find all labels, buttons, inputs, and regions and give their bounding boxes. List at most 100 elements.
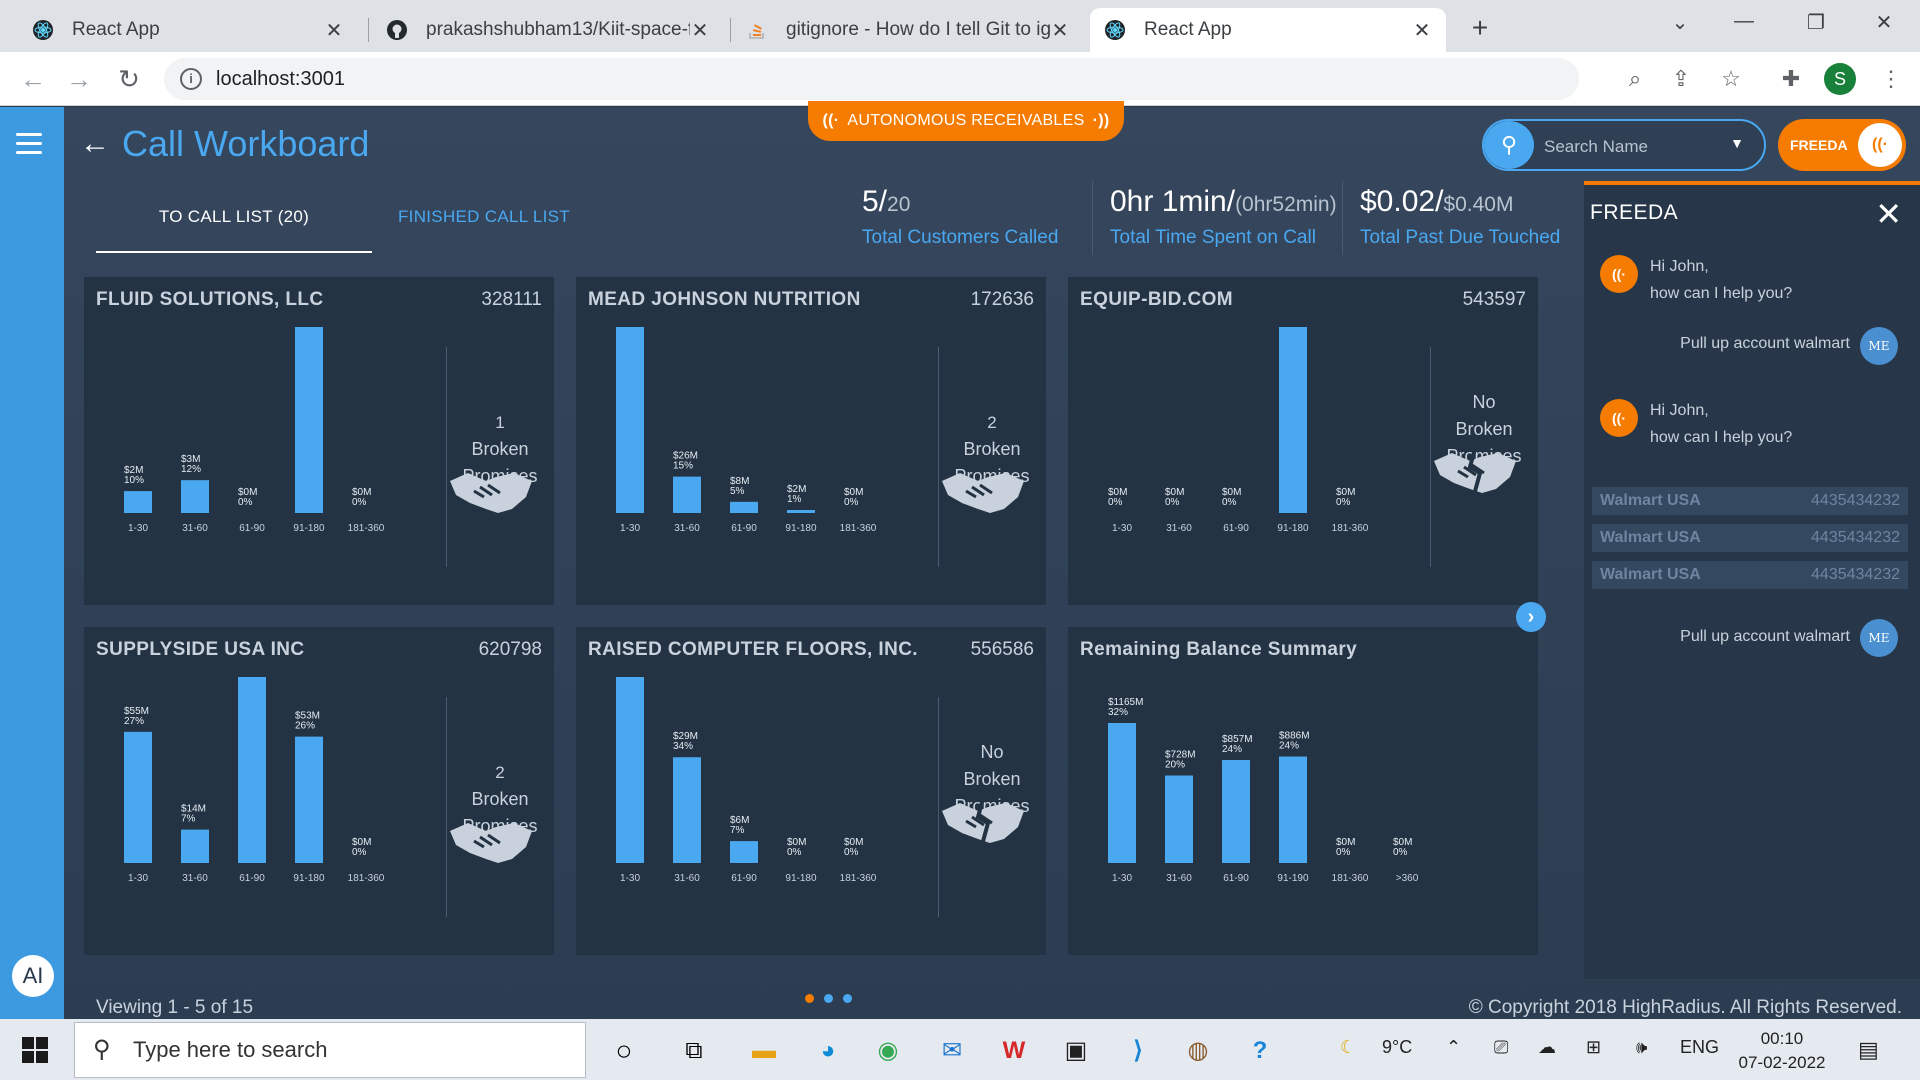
browser-tab-1[interactable]: React App ✕ — [18, 8, 358, 52]
pager-dot[interactable] — [824, 994, 833, 1003]
bar-1-30[interactable] — [124, 491, 152, 513]
terminal-icon[interactable]: ▣ — [1054, 1029, 1098, 1073]
url-omnibox[interactable]: i localhost:3001 — [164, 58, 1579, 100]
vscode-icon[interactable]: ⟩ — [1116, 1029, 1160, 1073]
ai-assistant-badge[interactable]: AI — [12, 955, 54, 997]
weather-moon-icon[interactable]: ☾ — [1340, 1037, 1356, 1058]
windows-start-icon[interactable] — [22, 1037, 48, 1063]
tab-finished-call-list[interactable]: FINISHED CALL LIST — [398, 207, 598, 253]
zoom-icon[interactable]: ⌕ — [1620, 66, 1650, 92]
next-page-chevron-icon[interactable]: › — [1516, 602, 1546, 632]
x-tick-label: 31-60 — [1166, 523, 1192, 534]
mail-icon[interactable]: ✉ — [930, 1029, 974, 1073]
bar-91-180[interactable] — [295, 736, 323, 863]
close-icon[interactable]: ✕ — [1875, 195, 1902, 233]
broken-promises-block[interactable]: 2 Broken Promises — [938, 409, 1046, 513]
notification-icon[interactable]: ▤ — [1858, 1037, 1879, 1063]
close-tab-icon[interactable]: ✕ — [1050, 18, 1070, 43]
bar-91-180[interactable] — [295, 327, 323, 513]
help-icon[interactable]: ? — [1238, 1029, 1282, 1073]
minimize-button[interactable]: — — [1724, 10, 1764, 33]
wps-office-icon[interactable]: W — [992, 1029, 1036, 1073]
bar-61-90[interactable] — [238, 677, 266, 863]
search-name-dropdown[interactable]: ⚲ Search Name ▼ — [1482, 119, 1766, 171]
language-indicator[interactable]: ENG — [1680, 1037, 1719, 1058]
extensions-icon[interactable]: ✚ — [1776, 66, 1806, 92]
bar-31-60[interactable] — [673, 476, 701, 513]
customer-card[interactable]: SUPPLYSIDE USA INC 620798 $55M 27% 1-30 $14M 7… — [84, 627, 554, 955]
close-tab-icon[interactable]: ✕ — [324, 18, 344, 43]
hamburger-menu-icon[interactable] — [16, 133, 42, 160]
customer-card[interactable]: EQUIP-BID.COM 543597 $0M 0% 1-30 $0M 0% 31-60 $0… — [1068, 277, 1538, 605]
taskbar-search-box[interactable]: ⚲ Type here to search — [74, 1022, 586, 1078]
bar-1-30[interactable] — [1108, 723, 1136, 863]
bar-61-90[interactable] — [1222, 760, 1250, 863]
pager-dot[interactable] — [805, 994, 814, 1003]
meet-now-icon[interactable]: ⎚ — [1494, 1037, 1508, 1058]
bookmark-star-icon[interactable]: ☆ — [1716, 66, 1746, 92]
broken-promises-block[interactable]: No Broken Promises — [1430, 389, 1538, 496]
stat-total: (0hr52min) — [1235, 193, 1337, 216]
cortana-icon[interactable]: ○ — [602, 1029, 646, 1073]
customer-card[interactable]: FLUID SOLUTIONS, LLC 328111 $2M 10% 1-30 $3M 1… — [84, 277, 554, 605]
browser-tab-4-active[interactable]: React App ✕ — [1090, 8, 1446, 52]
account-result-row[interactable]: Walmart USA 4435434232 — [1592, 487, 1908, 515]
file-explorer-icon[interactable]: ▬ — [742, 1029, 786, 1073]
close-tab-icon[interactable]: ✕ — [1412, 18, 1432, 43]
account-result-row[interactable]: Walmart USA 4435434232 — [1592, 561, 1908, 589]
share-icon[interactable]: ⇪ — [1666, 66, 1696, 92]
forward-icon[interactable]: → — [62, 64, 96, 95]
autonomous-receivables-banner[interactable]: ((· AUTONOMOUS RECEIVABLES ·)) — [808, 101, 1124, 141]
bar-1-30[interactable] — [616, 677, 644, 863]
bar-61-90[interactable] — [730, 501, 758, 513]
site-info-icon[interactable]: i — [180, 68, 202, 90]
bar-61-90[interactable] — [730, 841, 758, 863]
tray-chevron-up-icon[interactable]: ⌃ — [1446, 1037, 1461, 1058]
bar-31-60[interactable] — [1165, 775, 1193, 863]
reload-icon[interactable]: ↻ — [112, 64, 146, 95]
pager-dot[interactable] — [843, 994, 852, 1003]
browser-tab-3[interactable]: gitignore - How do I tell Git to ig ✕ — [732, 8, 1084, 52]
edge-browser-icon[interactable]: ◕ — [806, 1029, 850, 1073]
customer-card[interactable]: RAISED COMPUTER FLOORS, INC.556586$51M59… — [576, 627, 1046, 955]
customer-card[interactable]: MEAD JOHNSON NUTRITION172636$133M79%1-30… — [576, 277, 1046, 605]
bar-31-60[interactable] — [181, 480, 209, 513]
account-result-row[interactable]: Walmart USA 4435434232 — [1592, 524, 1908, 552]
bar-percent-label: 10% — [124, 475, 144, 486]
broken-promises-block[interactable]: 2 Broken Promises — [446, 759, 554, 863]
network-icon[interactable]: ⊞ — [1586, 1037, 1601, 1058]
tab-to-call-list[interactable]: TO CALL LIST (20) — [96, 207, 372, 253]
tab-search-chevron-icon[interactable]: ⌄ — [1660, 10, 1700, 35]
broken-promises-block[interactable]: 1 Broken Promises — [446, 409, 554, 513]
profile-avatar[interactable]: S — [1824, 63, 1856, 95]
restore-button[interactable]: ❐ — [1796, 10, 1836, 35]
bar-91-180[interactable] — [787, 510, 815, 513]
freeda-button[interactable]: FREEDA ((· — [1778, 119, 1906, 171]
game-icon[interactable]: ◍ — [1176, 1029, 1220, 1073]
search-icon[interactable]: ⚲ — [1484, 121, 1534, 169]
bar-31-60[interactable] — [673, 757, 701, 863]
bar-percent-label: 24% — [1222, 744, 1242, 755]
weather-temp[interactable]: 9°C — [1382, 1037, 1412, 1058]
bar-percent-label: 0% — [352, 497, 367, 508]
task-view-icon[interactable]: ⧉ — [672, 1029, 716, 1073]
bar-1-30[interactable] — [124, 731, 152, 863]
bar-91-190[interactable] — [1279, 756, 1307, 863]
browser-tab-2[interactable]: prakashshubham13/Kiit-space-fr ✕ — [372, 8, 724, 52]
back-icon[interactable]: ← — [16, 64, 50, 95]
back-arrow-icon[interactable]: ← — [80, 127, 110, 161]
bar-31-60[interactable] — [181, 829, 209, 863]
chrome-browser-icon[interactable]: ◉ — [866, 1029, 910, 1073]
card-customer-id: 556586 — [970, 639, 1034, 660]
system-clock[interactable]: 00:10 07-02-2022 — [1724, 1027, 1840, 1075]
new-tab-button[interactable]: + — [1460, 12, 1500, 44]
chevron-down-icon[interactable]: ▼ — [1730, 135, 1744, 151]
volume-icon[interactable]: 🕪 — [1636, 1037, 1647, 1058]
window-close-button[interactable]: ✕ — [1864, 10, 1904, 35]
browser-menu-icon[interactable]: ⋮ — [1876, 66, 1906, 92]
broken-promises-block[interactable]: No Broken Promises — [938, 739, 1046, 846]
onedrive-cloud-icon[interactable]: ☁ — [1538, 1037, 1556, 1058]
bar-1-30[interactable] — [616, 327, 644, 513]
bar-91-180[interactable] — [1279, 327, 1307, 513]
close-tab-icon[interactable]: ✕ — [690, 18, 710, 43]
